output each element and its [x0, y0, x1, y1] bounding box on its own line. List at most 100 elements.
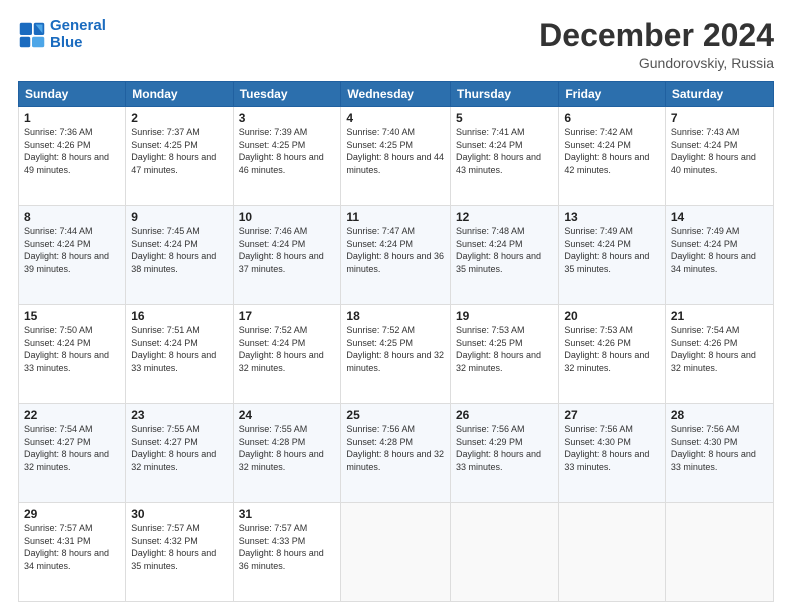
day-number: 11	[346, 210, 445, 224]
calendar-cell: 29 Sunrise: 7:57 AMSunset: 4:31 PMDayligh…	[19, 503, 126, 602]
day-number: 20	[564, 309, 660, 323]
calendar-cell: 24 Sunrise: 7:55 AMSunset: 4:28 PMDayligh…	[233, 404, 341, 503]
day-info: Sunrise: 7:49 AMSunset: 4:24 PMDaylight:…	[671, 226, 756, 274]
calendar-cell: 1 Sunrise: 7:36 AMSunset: 4:26 PMDaylight…	[19, 107, 126, 206]
header-friday: Friday	[559, 82, 666, 107]
calendar-subtitle: Gundorovskiy, Russia	[539, 55, 774, 71]
day-info: Sunrise: 7:52 AMSunset: 4:24 PMDaylight:…	[239, 325, 324, 373]
calendar-cell	[451, 503, 559, 602]
calendar-cell: 3Sunrise: 7:39 AMSunset: 4:25 PMDaylight…	[233, 107, 341, 206]
day-info: Sunrise: 7:51 AMSunset: 4:24 PMDaylight:…	[131, 325, 216, 373]
calendar-week-1: 1 Sunrise: 7:36 AMSunset: 4:26 PMDaylight…	[19, 107, 774, 206]
calendar-cell: 16Sunrise: 7:51 AMSunset: 4:24 PMDayligh…	[126, 305, 233, 404]
calendar-header-row: SundayMondayTuesdayWednesdayThursdayFrid…	[19, 82, 774, 107]
calendar-cell	[665, 503, 773, 602]
day-info: Sunrise: 7:44 AMSunset: 4:24 PMDaylight:…	[24, 226, 109, 274]
day-info: Sunrise: 7:56 AMSunset: 4:29 PMDaylight:…	[456, 424, 541, 472]
calendar-cell: 17 Sunrise: 7:52 AMSunset: 4:24 PMDayligh…	[233, 305, 341, 404]
calendar-cell: 4Sunrise: 7:40 AMSunset: 4:25 PMDaylight…	[341, 107, 451, 206]
day-number: 7	[671, 111, 768, 125]
calendar-cell: 13 Sunrise: 7:49 AMSunset: 4:24 PMDayligh…	[559, 206, 666, 305]
day-number: 18	[346, 309, 445, 323]
calendar-cell: 11 Sunrise: 7:47 AMSunset: 4:24 PMDayligh…	[341, 206, 451, 305]
day-info: Sunrise: 7:43 AMSunset: 4:24 PMDaylight:…	[671, 127, 756, 175]
header-sunday: Sunday	[19, 82, 126, 107]
day-number: 6	[564, 111, 660, 125]
calendar-cell: 6 Sunrise: 7:42 AMSunset: 4:24 PMDaylight…	[559, 107, 666, 206]
day-number: 9	[131, 210, 227, 224]
calendar-cell: 5Sunrise: 7:41 AMSunset: 4:24 PMDaylight…	[451, 107, 559, 206]
day-number: 17	[239, 309, 336, 323]
calendar-cell: 10 Sunrise: 7:46 AMSunset: 4:24 PMDayligh…	[233, 206, 341, 305]
calendar-week-2: 8 Sunrise: 7:44 AMSunset: 4:24 PMDaylight…	[19, 206, 774, 305]
day-number: 26	[456, 408, 553, 422]
header-tuesday: Tuesday	[233, 82, 341, 107]
calendar-title: December 2024	[539, 18, 774, 53]
day-info: Sunrise: 7:47 AMSunset: 4:24 PMDaylight:…	[346, 226, 444, 274]
calendar-cell	[559, 503, 666, 602]
day-info: Sunrise: 7:37 AMSunset: 4:25 PMDaylight:…	[131, 127, 216, 175]
calendar-cell: 2Sunrise: 7:37 AMSunset: 4:25 PMDaylight…	[126, 107, 233, 206]
calendar-cell: 19Sunrise: 7:53 AMSunset: 4:25 PMDayligh…	[451, 305, 559, 404]
day-number: 29	[24, 507, 120, 521]
calendar-cell: 22 Sunrise: 7:54 AMSunset: 4:27 PMDayligh…	[19, 404, 126, 503]
calendar-cell: 27 Sunrise: 7:56 AMSunset: 4:30 PMDayligh…	[559, 404, 666, 503]
day-number: 28	[671, 408, 768, 422]
day-info: Sunrise: 7:36 AMSunset: 4:26 PMDaylight:…	[24, 127, 109, 175]
day-info: Sunrise: 7:50 AMSunset: 4:24 PMDaylight:…	[24, 325, 109, 373]
calendar-week-3: 15Sunrise: 7:50 AMSunset: 4:24 PMDayligh…	[19, 305, 774, 404]
day-info: Sunrise: 7:54 AMSunset: 4:27 PMDaylight:…	[24, 424, 109, 472]
day-info: Sunrise: 7:57 AMSunset: 4:32 PMDaylight:…	[131, 523, 216, 571]
calendar-cell: 7 Sunrise: 7:43 AMSunset: 4:24 PMDaylight…	[665, 107, 773, 206]
header-saturday: Saturday	[665, 82, 773, 107]
day-number: 24	[239, 408, 336, 422]
day-number: 25	[346, 408, 445, 422]
day-number: 10	[239, 210, 336, 224]
day-number: 22	[24, 408, 120, 422]
day-number: 19	[456, 309, 553, 323]
calendar-cell: 21Sunrise: 7:54 AMSunset: 4:26 PMDayligh…	[665, 305, 773, 404]
calendar-cell: 23Sunrise: 7:55 AMSunset: 4:27 PMDayligh…	[126, 404, 233, 503]
day-number: 13	[564, 210, 660, 224]
day-info: Sunrise: 7:52 AMSunset: 4:25 PMDaylight:…	[346, 325, 444, 373]
calendar-cell: 31Sunrise: 7:57 AMSunset: 4:33 PMDayligh…	[233, 503, 341, 602]
header-monday: Monday	[126, 82, 233, 107]
day-info: Sunrise: 7:48 AMSunset: 4:24 PMDaylight:…	[456, 226, 541, 274]
logo-line1: General	[50, 17, 106, 34]
calendar-cell: 25Sunrise: 7:56 AMSunset: 4:28 PMDayligh…	[341, 404, 451, 503]
day-number: 27	[564, 408, 660, 422]
calendar-cell: 28 Sunrise: 7:56 AMSunset: 4:30 PMDayligh…	[665, 404, 773, 503]
day-info: Sunrise: 7:41 AMSunset: 4:24 PMDaylight:…	[456, 127, 541, 175]
day-info: Sunrise: 7:55 AMSunset: 4:28 PMDaylight:…	[239, 424, 324, 472]
day-number: 8	[24, 210, 120, 224]
calendar-cell: 15Sunrise: 7:50 AMSunset: 4:24 PMDayligh…	[19, 305, 126, 404]
header: General Blue December 2024 Gundorovskiy,…	[18, 18, 774, 71]
logo-icon	[18, 21, 46, 49]
calendar-table: SundayMondayTuesdayWednesdayThursdayFrid…	[18, 81, 774, 602]
day-info: Sunrise: 7:42 AMSunset: 4:24 PMDaylight:…	[564, 127, 649, 175]
day-info: Sunrise: 7:57 AMSunset: 4:31 PMDaylight:…	[24, 523, 109, 571]
calendar-cell: 9 Sunrise: 7:45 AMSunset: 4:24 PMDaylight…	[126, 206, 233, 305]
day-info: Sunrise: 7:57 AMSunset: 4:33 PMDaylight:…	[239, 523, 324, 571]
calendar-cell: 18 Sunrise: 7:52 AMSunset: 4:25 PMDayligh…	[341, 305, 451, 404]
calendar-week-5: 29 Sunrise: 7:57 AMSunset: 4:31 PMDayligh…	[19, 503, 774, 602]
calendar-cell: 20 Sunrise: 7:53 AMSunset: 4:26 PMDayligh…	[559, 305, 666, 404]
day-info: Sunrise: 7:49 AMSunset: 4:24 PMDaylight:…	[564, 226, 649, 274]
day-info: Sunrise: 7:56 AMSunset: 4:30 PMDaylight:…	[564, 424, 649, 472]
logo-line2: Blue	[50, 34, 83, 51]
day-info: Sunrise: 7:56 AMSunset: 4:30 PMDaylight:…	[671, 424, 756, 472]
day-info: Sunrise: 7:53 AMSunset: 4:26 PMDaylight:…	[564, 325, 649, 373]
day-number: 4	[346, 111, 445, 125]
calendar-page: General Blue December 2024 Gundorovskiy,…	[0, 0, 792, 612]
header-wednesday: Wednesday	[341, 82, 451, 107]
day-info: Sunrise: 7:46 AMSunset: 4:24 PMDaylight:…	[239, 226, 324, 274]
calendar-cell: 8 Sunrise: 7:44 AMSunset: 4:24 PMDaylight…	[19, 206, 126, 305]
header-thursday: Thursday	[451, 82, 559, 107]
calendar-cell: 14Sunrise: 7:49 AMSunset: 4:24 PMDayligh…	[665, 206, 773, 305]
day-info: Sunrise: 7:54 AMSunset: 4:26 PMDaylight:…	[671, 325, 756, 373]
day-number: 3	[239, 111, 336, 125]
day-number: 23	[131, 408, 227, 422]
day-number: 1	[24, 111, 120, 125]
day-info: Sunrise: 7:45 AMSunset: 4:24 PMDaylight:…	[131, 226, 216, 274]
logo-text: General Blue	[50, 18, 106, 51]
